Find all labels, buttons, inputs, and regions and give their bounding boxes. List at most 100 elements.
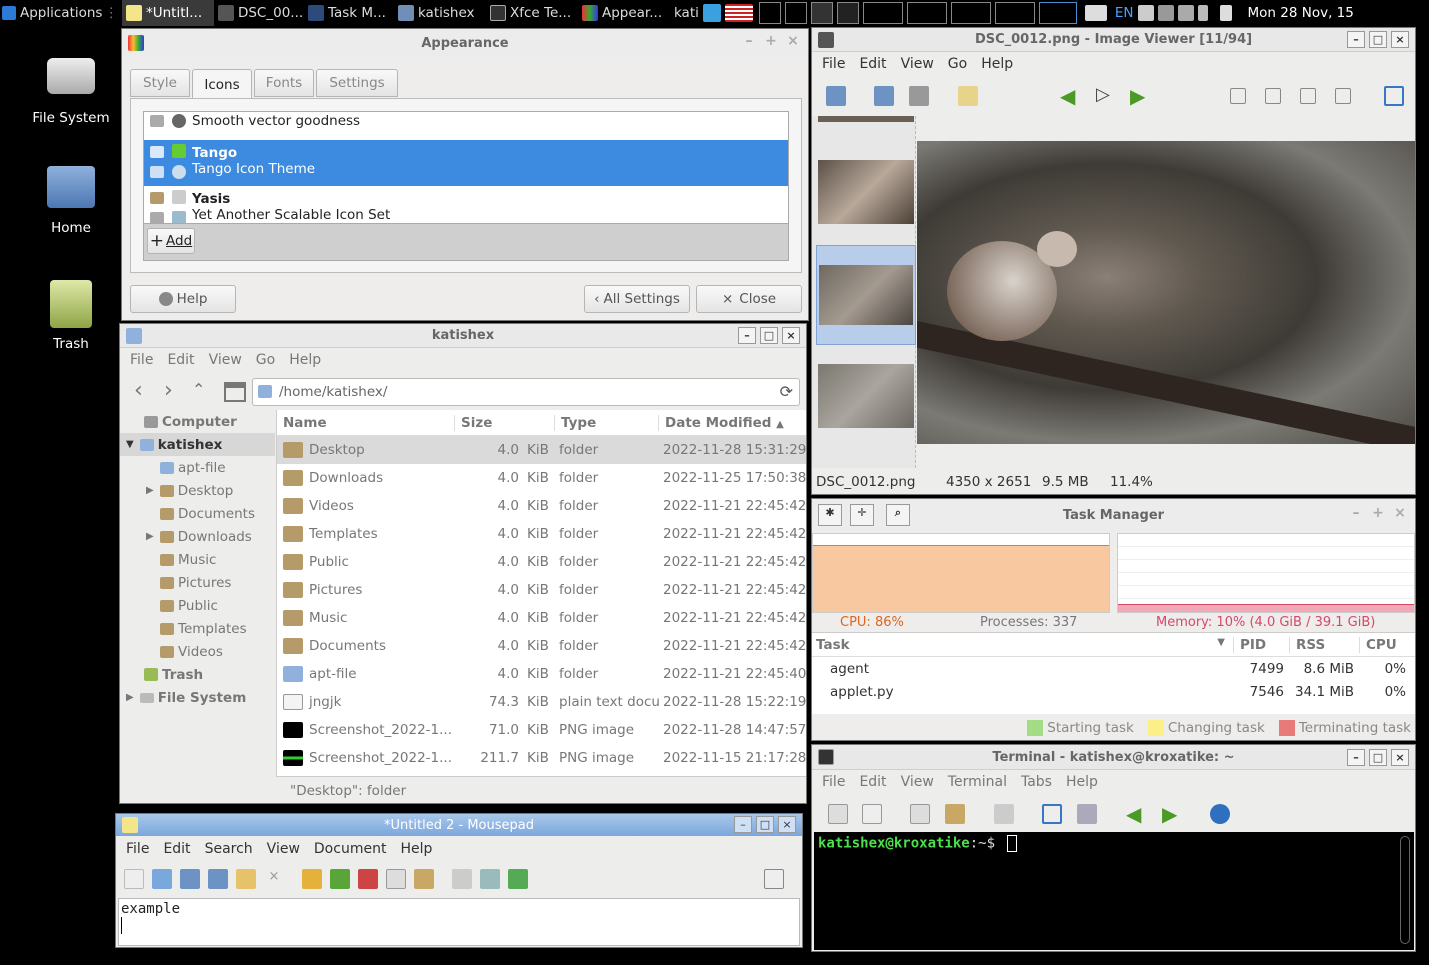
previous-icon[interactable]: ◀ bbox=[1060, 84, 1075, 108]
tab-settings[interactable]: Settings bbox=[316, 69, 398, 97]
menu-search[interactable]: Search bbox=[201, 841, 263, 857]
reload-file-icon[interactable] bbox=[236, 869, 256, 889]
minimize-button[interactable]: – bbox=[1347, 749, 1365, 766]
workspace-1[interactable] bbox=[758, 2, 781, 24]
cut-icon[interactable] bbox=[358, 869, 378, 889]
table-row[interactable]: Public 4.0 KiB folder 2022-11-21 22:45:42 bbox=[277, 548, 806, 576]
workspace-2[interactable] bbox=[784, 2, 807, 24]
table-row[interactable]: Screenshot_2022-1... 71.0 KiB PNG image 2022… bbox=[277, 716, 806, 744]
table-row[interactable]: jngjk 74.3 KiB plain text docu 2022-11-28 15… bbox=[277, 688, 806, 716]
menu-view[interactable]: View bbox=[897, 56, 944, 72]
copy-icon[interactable] bbox=[386, 869, 406, 889]
battery-icon[interactable] bbox=[1197, 5, 1208, 21]
workspace-3[interactable] bbox=[810, 2, 833, 24]
col-size[interactable]: Size bbox=[455, 414, 555, 431]
side-home[interactable]: ▼ katishex bbox=[120, 433, 275, 456]
desktop-icon-filesystem[interactable]: File System bbox=[16, 52, 126, 126]
fm-titlebar[interactable]: katishex – □ × bbox=[120, 324, 806, 348]
clipboard-icon[interactable] bbox=[1137, 5, 1154, 21]
save-icon[interactable] bbox=[874, 86, 894, 106]
side-item-desktop[interactable]: ▶ Desktop bbox=[120, 479, 275, 502]
workspace-9[interactable] bbox=[1038, 2, 1077, 24]
main-image[interactable] bbox=[917, 141, 1415, 444]
workspace-6[interactable] bbox=[906, 2, 947, 24]
reload-icon[interactable]: ⟳ bbox=[780, 382, 793, 401]
col-pid[interactable]: PID bbox=[1234, 636, 1290, 653]
close-window-button[interactable]: × bbox=[784, 34, 802, 51]
side-item-public[interactable]: Public bbox=[120, 594, 275, 617]
next-icon[interactable]: ▶ bbox=[1130, 84, 1145, 108]
viewer-titlebar[interactable]: DSC_0012.png - Image Viewer [11/94] – □ × bbox=[812, 28, 1415, 52]
minimize-button[interactable]: – bbox=[1347, 506, 1365, 523]
open-file-icon[interactable] bbox=[152, 869, 172, 889]
table-row[interactable]: Screenshot_2022-1... 211.7 KiB PNG image 202… bbox=[277, 744, 806, 772]
preferences-icon[interactable] bbox=[1077, 804, 1097, 824]
table-row[interactable]: apt-file 4.0 KiB folder 2022-11-21 22:45:40 bbox=[277, 660, 806, 688]
tab-fonts[interactable]: Fonts bbox=[254, 69, 314, 97]
workspace-7[interactable] bbox=[950, 2, 991, 24]
menu-go[interactable]: Go bbox=[252, 352, 285, 368]
back-icon[interactable]: ‹ bbox=[134, 378, 143, 403]
side-computer[interactable]: Computer bbox=[120, 410, 275, 433]
save-icon[interactable] bbox=[180, 869, 200, 889]
maximize-button[interactable]: + bbox=[762, 34, 780, 51]
task-terminal[interactable]: Xfce Te... bbox=[486, 0, 578, 26]
up-icon[interactable]: ⌃ bbox=[192, 380, 205, 399]
expander-icon[interactable]: ▶ bbox=[146, 485, 154, 496]
menu-go[interactable]: Go bbox=[944, 56, 977, 72]
help-button[interactable]: Help bbox=[130, 285, 236, 313]
task-appearance[interactable]: Appear... bbox=[578, 0, 670, 26]
play-icon[interactable]: ▷ bbox=[1096, 84, 1110, 105]
desktop-icon-trash[interactable]: Trash bbox=[16, 280, 126, 352]
terminal-screen[interactable]: katishex@kroxatike:~$ bbox=[814, 832, 1414, 950]
menu-terminal[interactable]: Terminal bbox=[944, 774, 1017, 790]
side-filesystem[interactable]: ▶ File System bbox=[120, 686, 275, 709]
minimize-button[interactable]: – bbox=[734, 816, 752, 833]
close-window-button[interactable]: × bbox=[782, 327, 800, 344]
redo-icon[interactable] bbox=[330, 869, 350, 889]
table-row[interactable]: Pictures 4.0 KiB folder 2022-11-21 22:45:42 bbox=[277, 576, 806, 604]
previous-tab-icon[interactable]: ◀ bbox=[1126, 802, 1141, 826]
close-window-button[interactable]: × bbox=[1391, 749, 1409, 766]
close-window-button[interactable]: × bbox=[1391, 506, 1409, 523]
new-file-icon[interactable] bbox=[124, 869, 144, 889]
paste-icon[interactable] bbox=[414, 869, 434, 889]
menu-document[interactable]: Document bbox=[310, 841, 397, 857]
open-icon[interactable] bbox=[826, 86, 846, 106]
location-bar[interactable]: /home/katishex/ ⟳ bbox=[252, 378, 800, 406]
clock[interactable]: Mon 28 Nov, 15 bbox=[1244, 0, 1358, 26]
side-item-templates[interactable]: Templates bbox=[120, 617, 275, 640]
crosshair-icon[interactable]: ✛ bbox=[850, 504, 874, 526]
menu-edit[interactable]: Edit bbox=[159, 841, 200, 857]
workspace-4[interactable] bbox=[836, 2, 859, 24]
expander-icon[interactable]: ▶ bbox=[146, 531, 154, 542]
network-icon[interactable] bbox=[702, 4, 721, 22]
zoom-out-icon[interactable] bbox=[1265, 88, 1281, 104]
side-item-music[interactable]: Music bbox=[120, 548, 275, 571]
undo-icon[interactable] bbox=[302, 869, 322, 889]
menu-edit[interactable]: Edit bbox=[855, 774, 896, 790]
terminal-titlebar[interactable]: Terminal - katishex@kroxatike: ~ – □ × bbox=[812, 745, 1415, 770]
menu-view[interactable]: View bbox=[897, 774, 944, 790]
find-icon[interactable] bbox=[994, 804, 1014, 824]
process-row[interactable]: applet.py 7546 34.1 MiB 0% bbox=[812, 680, 1415, 703]
menu-edit[interactable]: Edit bbox=[163, 352, 204, 368]
side-item-videos[interactable]: Videos bbox=[120, 640, 275, 663]
col-task[interactable]: Task ▼ bbox=[812, 636, 1234, 653]
thumbnail-selected[interactable] bbox=[816, 245, 916, 345]
maximize-button[interactable]: □ bbox=[1369, 31, 1387, 48]
paste-icon[interactable] bbox=[945, 804, 965, 824]
menu-view[interactable]: View bbox=[205, 352, 252, 368]
print-icon[interactable] bbox=[909, 86, 929, 106]
forward-icon[interactable]: › bbox=[164, 378, 173, 403]
search-icon[interactable]: ⌕ bbox=[886, 504, 910, 526]
desktop-icon-home[interactable]: Home bbox=[16, 166, 126, 236]
maximize-button[interactable]: □ bbox=[760, 327, 778, 344]
col-name[interactable]: Name bbox=[277, 414, 455, 431]
settings-icon[interactable]: ✱ bbox=[818, 504, 842, 526]
process-row[interactable]: agent 7499 8.6 MiB 0% bbox=[812, 657, 1415, 680]
menu-view[interactable]: View bbox=[263, 841, 310, 857]
edit-icon[interactable] bbox=[958, 86, 978, 106]
volume-icon[interactable] bbox=[1177, 5, 1194, 21]
tm-titlebar[interactable]: ✱ ✛ ⌕ Task Manager – + × bbox=[812, 499, 1415, 531]
